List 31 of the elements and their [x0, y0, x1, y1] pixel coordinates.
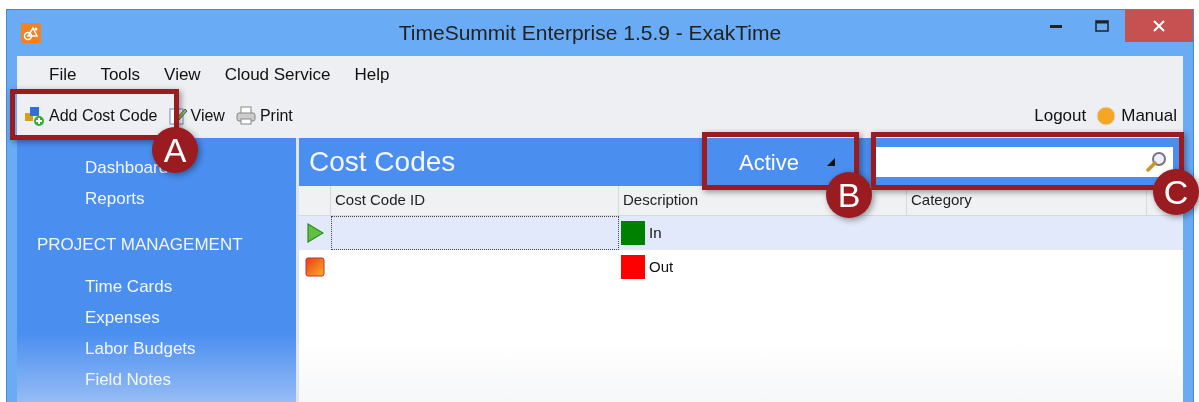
column-header[interactable]: Cost Code ID	[331, 186, 619, 215]
close-icon	[1153, 20, 1165, 32]
search-icon	[1145, 151, 1167, 173]
logout-link[interactable]: Logout	[1034, 103, 1087, 129]
play-icon	[306, 223, 324, 243]
menu-item[interactable]: Tools	[88, 62, 153, 88]
help-icon	[1096, 106, 1117, 126]
column-header[interactable]: Category	[907, 186, 1147, 215]
menu-item[interactable]: View	[152, 62, 213, 88]
maximize-icon	[1095, 20, 1109, 32]
table-cell-text: Out	[649, 256, 674, 277]
table-row[interactable]: In	[299, 216, 1183, 250]
printer-icon	[234, 106, 257, 126]
edit-icon	[167, 106, 188, 126]
section-header: PROJECT MANAGEMENT	[36, 234, 244, 256]
menu-item[interactable]: Cloud Service	[212, 62, 343, 88]
add-cost-code-button[interactable]: Add Cost Code	[23, 105, 159, 127]
window-title: TimeSummit Enterprise 1.5.9 - ExakTime	[397, 20, 783, 47]
manual-button[interactable]: Manual	[1096, 103, 1177, 129]
table-cell-text: In	[649, 222, 662, 243]
menu-item[interactable]: File	[37, 62, 89, 88]
add-icon	[24, 105, 46, 127]
page-title: Cost Codes	[309, 145, 457, 179]
menu-item[interactable]: Help	[342, 62, 402, 88]
minimize-icon	[1050, 24, 1062, 28]
print-button[interactable]: Print	[233, 105, 294, 127]
close-button[interactable]	[1125, 10, 1193, 42]
view-button[interactable]: View	[166, 105, 226, 127]
caret-icon	[826, 158, 835, 166]
app-logo-icon	[21, 23, 41, 43]
stop-icon	[305, 257, 325, 277]
